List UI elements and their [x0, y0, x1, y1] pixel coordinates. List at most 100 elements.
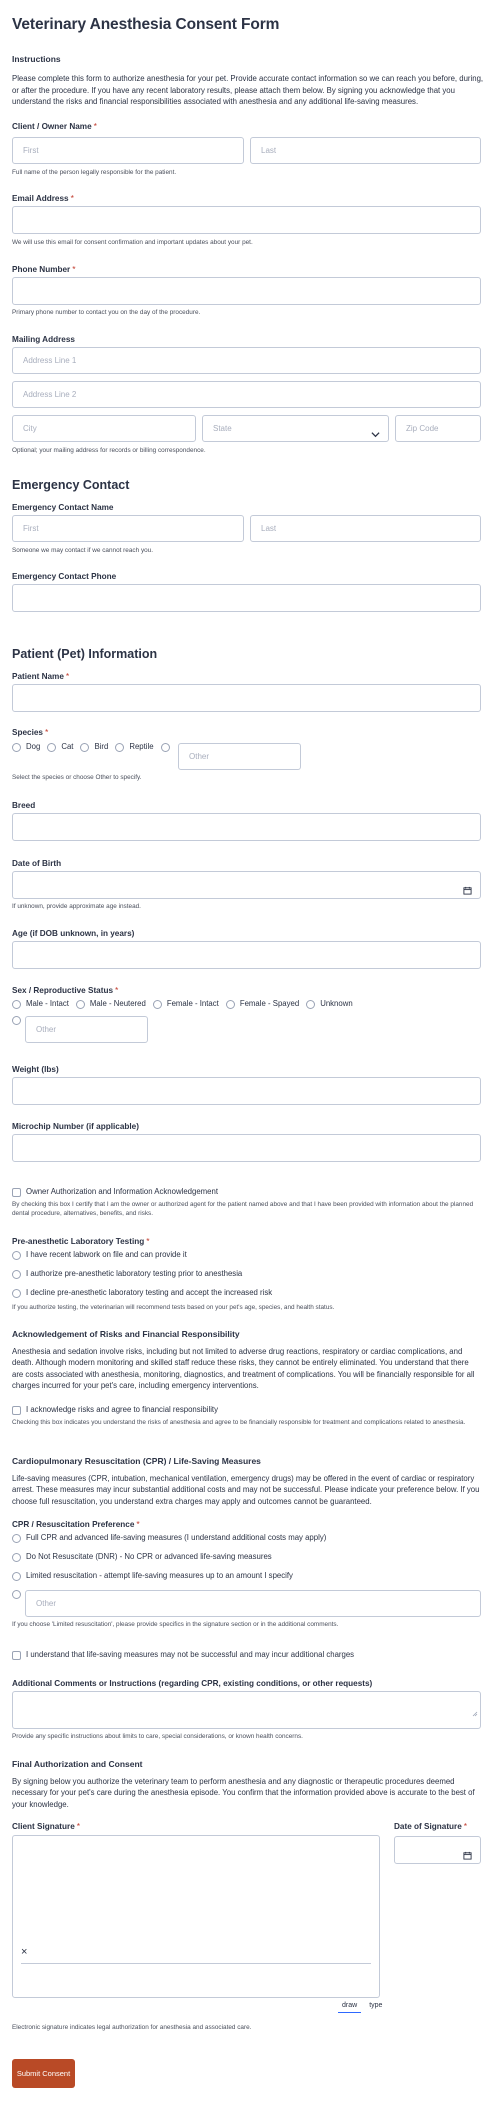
sex-option-male-neutered[interactable]: Male - Neutered: [75, 999, 146, 1010]
radio-icon[interactable]: [12, 999, 21, 1009]
owner-auth-help: By checking this box I certify that I am…: [12, 1201, 474, 1217]
address-line1-input[interactable]: Address Line 1: [12, 347, 481, 374]
calendar-icon[interactable]: [463, 880, 472, 905]
breed-input[interactable]: [12, 813, 481, 841]
species-option-dog[interactable]: Dog: [12, 742, 40, 753]
phone-label: Phone Number: [12, 265, 71, 274]
lab-option-on-file[interactable]: I have recent labwork on file and can pr…: [12, 1250, 187, 1261]
comments-help: Provide any specific instructions about …: [12, 1733, 303, 1740]
emergency-first-input[interactable]: First: [12, 515, 244, 542]
radio-icon[interactable]: [75, 999, 85, 1009]
radio-icon[interactable]: [47, 742, 57, 752]
required-mark: *: [70, 193, 74, 203]
state-select[interactable]: State: [202, 415, 389, 442]
checkbox-icon[interactable]: [12, 1405, 21, 1415]
radio-icon[interactable]: [225, 999, 235, 1009]
required-mark: *: [76, 1821, 81, 1831]
tab-draw[interactable]: draw: [338, 2001, 362, 2014]
phone-input[interactable]: [12, 277, 481, 305]
emergency-last-input[interactable]: Last: [250, 515, 481, 542]
radio-icon[interactable]: [115, 742, 125, 752]
date-signature-label: Date of Signature: [394, 1822, 462, 1831]
phone-help: Primary phone number to contact you on t…: [12, 309, 201, 316]
radio-icon[interactable]: [12, 742, 21, 752]
species-label: Species: [12, 728, 43, 737]
calendar-icon[interactable]: [463, 1845, 472, 1870]
weight-label: Weight (lbs): [12, 1065, 59, 1074]
radio-icon[interactable]: [80, 742, 90, 752]
radio-icon[interactable]: [12, 1552, 21, 1562]
signature-pad[interactable]: ×: [12, 1835, 380, 1998]
radio-icon[interactable]: [12, 1533, 21, 1543]
radio-icon[interactable]: [12, 1269, 21, 1279]
dob-help: If unknown, provide approximate age inst…: [12, 903, 141, 910]
cpr-understand-checkbox[interactable]: I understand that life-saving measures m…: [12, 1650, 354, 1661]
cpr-option-full[interactable]: Full CPR and advanced life-saving measur…: [12, 1533, 326, 1544]
tab-type[interactable]: type: [361, 2001, 386, 2013]
instructions-section: Instructions Please complete this form t…: [12, 54, 488, 107]
signature-help: Electronic signature indicates legal aut…: [12, 2024, 252, 2031]
checkbox-icon[interactable]: [12, 1650, 21, 1660]
email-input[interactable]: [12, 206, 481, 234]
owner-first-input[interactable]: First: [12, 137, 244, 164]
breed-label: Breed: [12, 801, 36, 810]
sex-other-input[interactable]: Other: [25, 1016, 148, 1043]
risks-checkbox[interactable]: I acknowledge risks and agree to financi…: [12, 1405, 218, 1416]
dob-input[interactable]: [12, 871, 481, 899]
lab-option-decline[interactable]: I decline pre-anesthetic laboratory test…: [12, 1288, 272, 1299]
species-option-reptile[interactable]: Reptile: [115, 742, 154, 753]
checkbox-icon[interactable]: [12, 1187, 21, 1197]
owner-auth-checkbox[interactable]: Owner Authorization and Information Ackn…: [12, 1187, 218, 1198]
email-label: Email Address: [12, 194, 69, 203]
species-option-other-radio[interactable]: [160, 742, 170, 752]
cpr-other-input[interactable]: Other: [25, 1590, 481, 1617]
signature-mode-tabs: draw type: [338, 2001, 386, 2014]
email-label-wrap: Email Address *: [12, 193, 74, 204]
radio-icon[interactable]: [306, 999, 316, 1009]
sex-option-male-intact[interactable]: Male - Intact: [12, 999, 69, 1010]
lab-option-authorize[interactable]: I authorize pre-anesthetic laboratory te…: [12, 1269, 242, 1280]
sex-option-female-spayed[interactable]: Female - Spayed: [225, 999, 299, 1010]
patient-name-label: Patient Name: [12, 672, 64, 681]
submit-button[interactable]: Submit Consent: [12, 2059, 75, 2088]
patient-name-input[interactable]: [12, 684, 481, 712]
sex-option-unknown[interactable]: Unknown: [306, 999, 353, 1010]
emergency-phone-label: Emergency Contact Phone: [12, 572, 117, 581]
emergency-heading: Emergency Contact: [12, 478, 130, 492]
lab-label: Pre-anesthetic Laboratory Testing: [12, 1237, 145, 1246]
resize-handle-icon[interactable]: [472, 1702, 478, 1727]
risks-text: Anesthesia and sedation involve risks, i…: [12, 1347, 475, 1390]
city-input[interactable]: City: [12, 415, 196, 442]
emergency-phone-input[interactable]: [12, 584, 481, 612]
instructions-text: Please complete this form to authorize a…: [12, 74, 484, 107]
mailing-help: Optional; your mailing address for recor…: [12, 447, 206, 454]
cpr-option-other-radio[interactable]: [12, 1590, 21, 1599]
dob-label: Date of Birth: [12, 859, 62, 868]
address-line2-input[interactable]: Address Line 2: [12, 381, 481, 408]
cpr-option-limited[interactable]: Limited resuscitation - attempt life-sav…: [12, 1571, 293, 1582]
microchip-input[interactable]: [12, 1134, 481, 1162]
age-input[interactable]: [12, 941, 481, 969]
signature-clear-icon[interactable]: ×: [21, 1945, 27, 1960]
sex-option-other-radio[interactable]: [12, 1016, 21, 1025]
owner-last-input[interactable]: Last: [250, 137, 481, 164]
radio-icon[interactable]: [12, 1288, 21, 1298]
radio-icon[interactable]: [12, 1571, 21, 1581]
radio-icon[interactable]: [12, 1250, 21, 1260]
date-signature-input[interactable]: [394, 1836, 481, 1864]
cpr-option-dnr[interactable]: Do Not Resuscitate (DNR) - No CPR or adv…: [12, 1552, 272, 1563]
weight-input[interactable]: [12, 1077, 481, 1105]
species-other-input[interactable]: Other: [178, 743, 301, 770]
signature-label-wrap: Client Signature *: [12, 1821, 80, 1832]
comments-textarea[interactable]: [12, 1691, 481, 1729]
species-label-wrap: Species *: [12, 727, 48, 738]
lab-label-wrap: Pre-anesthetic Laboratory Testing *: [12, 1236, 150, 1247]
zip-input[interactable]: Zip Code: [395, 415, 481, 442]
species-option-cat[interactable]: Cat: [47, 742, 73, 753]
species-option-bird[interactable]: Bird: [80, 742, 108, 753]
lab-help: If you authorize testing, the veterinari…: [12, 1304, 335, 1311]
risks-help: Checking this box indicates you understa…: [12, 1419, 466, 1426]
required-mark: *: [93, 121, 97, 131]
sex-option-female-intact[interactable]: Female - Intact: [152, 999, 219, 1010]
radio-icon[interactable]: [152, 999, 162, 1009]
